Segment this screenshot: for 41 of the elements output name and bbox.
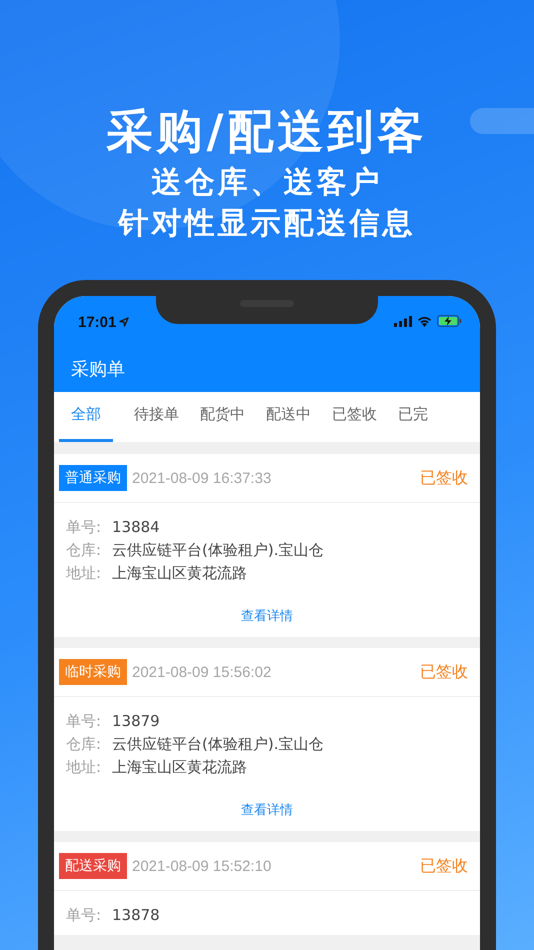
order-status: 已签收 <box>420 856 468 876</box>
order-status: 已签收 <box>420 468 468 488</box>
tab[interactable]: 配货中 <box>200 392 245 442</box>
tab[interactable]: 配送中 <box>266 392 311 442</box>
order-type-tag: 配送采购 <box>59 853 127 879</box>
order-datetime: 2021-08-09 16:37:33 <box>132 470 272 486</box>
field-label: 仓库: <box>66 540 102 561</box>
field-value: 云供应链平台(体验租户).宝山仓 <box>112 540 324 561</box>
field-value: 上海宝山区黄花流路 <box>112 757 247 778</box>
field-value: 上海宝山区黄花流路 <box>112 563 247 584</box>
tab[interactable]: 待接单 <box>134 392 179 442</box>
location-arrow-icon <box>119 317 130 327</box>
field-value: 云供应链平台(体验租户).宝山仓 <box>112 734 324 755</box>
field-label: 单号: <box>66 711 102 732</box>
field-value: 13878 <box>112 905 160 926</box>
view-details-link[interactable]: 查看详情 <box>241 607 293 625</box>
headline: 采购/配送到客 <box>106 103 428 160</box>
field-label: 单号: <box>66 517 102 538</box>
view-details-link[interactable]: 查看详情 <box>241 801 293 819</box>
status-time: 17:01 <box>78 314 116 330</box>
order-type-tag: 普通采购 <box>59 465 127 491</box>
wifi-icon <box>417 316 432 326</box>
background-pill <box>470 108 534 134</box>
field-value: 13884 <box>112 517 160 538</box>
field-label: 单号: <box>66 905 102 926</box>
field-label: 地址: <box>66 757 102 778</box>
app-title: 采购单 <box>71 358 125 381</box>
tab[interactable]: 已签收 <box>332 392 377 442</box>
order-datetime: 2021-08-09 15:56:02 <box>132 664 272 680</box>
subtitle: 针对性显示配送信息 <box>118 205 416 243</box>
signal-icon <box>394 316 412 326</box>
order-datetime: 2021-08-09 15:52:10 <box>132 858 272 874</box>
subtitle: 送仓库、送客户 <box>152 164 382 202</box>
battery-charging-icon <box>437 315 462 327</box>
field-value: 13879 <box>112 711 160 732</box>
tab[interactable]: 已完 <box>398 392 428 442</box>
tab[interactable]: 全部 <box>59 392 113 442</box>
field-label: 仓库: <box>66 734 102 755</box>
field-label: 地址: <box>66 563 102 584</box>
order-status: 已签收 <box>420 662 468 682</box>
order-type-tag: 临时采购 <box>59 659 127 685</box>
